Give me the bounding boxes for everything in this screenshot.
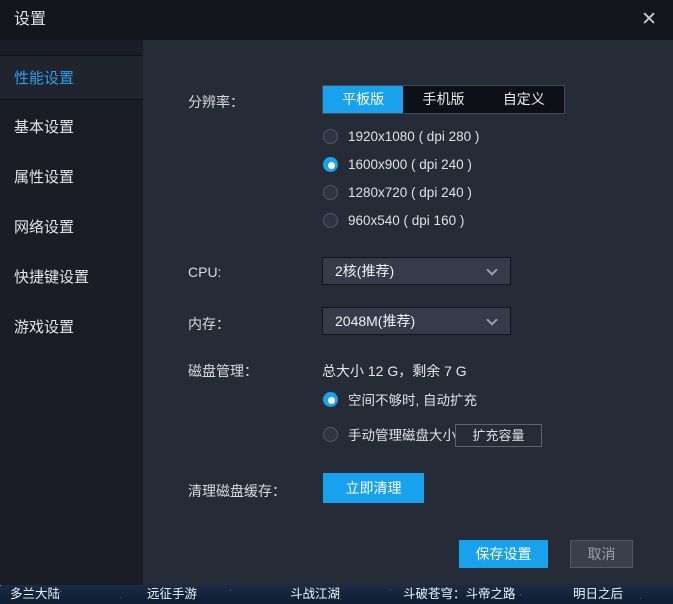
chevron-down-icon <box>486 314 498 326</box>
sidebar: 性能设置 基本设置 属性设置 网络设置 快捷键设置 游戏设置 <box>0 40 143 585</box>
clean-now-button[interactable]: 立即清理 <box>323 473 424 503</box>
tab-phone[interactable]: 手机版 <box>403 86 483 113</box>
settings-window: 设置 ✕ 性能设置 基本设置 属性设置 网络设置 快捷键设置 游戏设置 分辨率：… <box>0 0 673 604</box>
game-item-mingri[interactable]: 明日之后 <box>573 585 623 604</box>
expand-capacity-button[interactable]: 扩充容量 <box>455 424 542 447</box>
resolution-label: 分辨率： <box>188 94 244 110</box>
radio-icon[interactable] <box>323 184 338 200</box>
tab-custom[interactable]: 自定义 <box>484 86 564 113</box>
cpu-dropdown-value: 2核(推荐) <box>335 263 395 279</box>
disk-option-auto-expand[interactable]: 空间不够时, 自动扩充 <box>323 389 477 409</box>
close-icon[interactable]: ✕ <box>637 0 661 40</box>
cpu-dropdown[interactable]: 2核(推荐) <box>322 257 511 285</box>
radio-icon[interactable] <box>323 212 338 228</box>
sidebar-item-performance[interactable]: 性能设置 <box>0 55 143 100</box>
game-item-douzhan[interactable]: 斗战江湖 <box>290 585 340 604</box>
chevron-down-icon <box>486 264 498 276</box>
radio-icon[interactable] <box>323 426 338 442</box>
titlebar: 设置 ✕ <box>0 0 673 40</box>
radio-label: 1280x720 ( dpi 240 ) <box>348 184 472 200</box>
launcher-game-bar: 多兰大陆 远征手游 斗战江湖 斗破苍穹：斗帝之路 明日之后 <box>0 585 673 604</box>
radio-label: 1600x900 ( dpi 240 ) <box>348 156 472 172</box>
resolution-option-1280x720[interactable]: 1280x720 ( dpi 240 ) <box>323 182 472 202</box>
resolution-option-1920x1080[interactable]: 1920x1080 ( dpi 280 ) <box>323 126 479 146</box>
memory-dropdown-value: 2048M(推荐) <box>335 313 416 329</box>
radio-selected-icon[interactable] <box>323 391 338 407</box>
game-item-yuanzheng[interactable]: 远征手游 <box>147 585 197 604</box>
resolution-option-1600x900[interactable]: 1600x900 ( dpi 240 ) <box>323 154 472 174</box>
main-panel: 分辨率： 平板版 手机版 自定义 1920x1080 ( dpi 280 ) 1… <box>143 40 673 585</box>
page-title: 设置 <box>14 11 47 28</box>
disk-label: 磁盘管理： <box>188 363 258 379</box>
radio-label: 1920x1080 ( dpi 280 ) <box>348 128 480 144</box>
radio-label: 960x540 ( dpi 160 ) <box>348 212 465 228</box>
radio-icon[interactable] <box>323 128 338 144</box>
sidebar-item-basic[interactable]: 基本设置 <box>0 105 143 150</box>
sidebar-item-hotkey[interactable]: 快捷键设置 <box>0 255 143 300</box>
memory-label: 内存： <box>188 316 230 332</box>
resolution-option-960x540[interactable]: 960x540 ( dpi 160 ) <box>323 210 464 230</box>
game-item-duolan[interactable]: 多兰大陆 <box>10 585 60 604</box>
memory-dropdown[interactable]: 2048M(推荐) <box>322 307 511 335</box>
tab-tablet[interactable]: 平板版 <box>323 86 404 113</box>
cancel-button[interactable]: 取消 <box>570 540 633 568</box>
cpu-label: CPU: <box>188 264 222 280</box>
sidebar-item-network[interactable]: 网络设置 <box>0 205 143 250</box>
sidebar-item-game[interactable]: 游戏设置 <box>0 305 143 350</box>
cache-label: 清理磁盘缓存： <box>188 483 286 499</box>
resolution-tabs: 平板版 手机版 自定义 <box>322 85 565 114</box>
sidebar-item-property[interactable]: 属性设置 <box>0 155 143 200</box>
disk-summary: 总大小 12 G，剩余 7 G <box>322 363 467 379</box>
radio-label: 空间不够时, 自动扩充 <box>348 393 478 408</box>
save-settings-button[interactable]: 保存设置 <box>459 540 548 568</box>
disk-option-manual[interactable]: 手动管理磁盘大小 <box>323 424 456 444</box>
radio-selected-icon[interactable] <box>323 156 338 172</box>
game-item-doupo[interactable]: 斗破苍穹：斗帝之路 <box>403 585 516 604</box>
radio-label: 手动管理磁盘大小 <box>348 428 456 443</box>
